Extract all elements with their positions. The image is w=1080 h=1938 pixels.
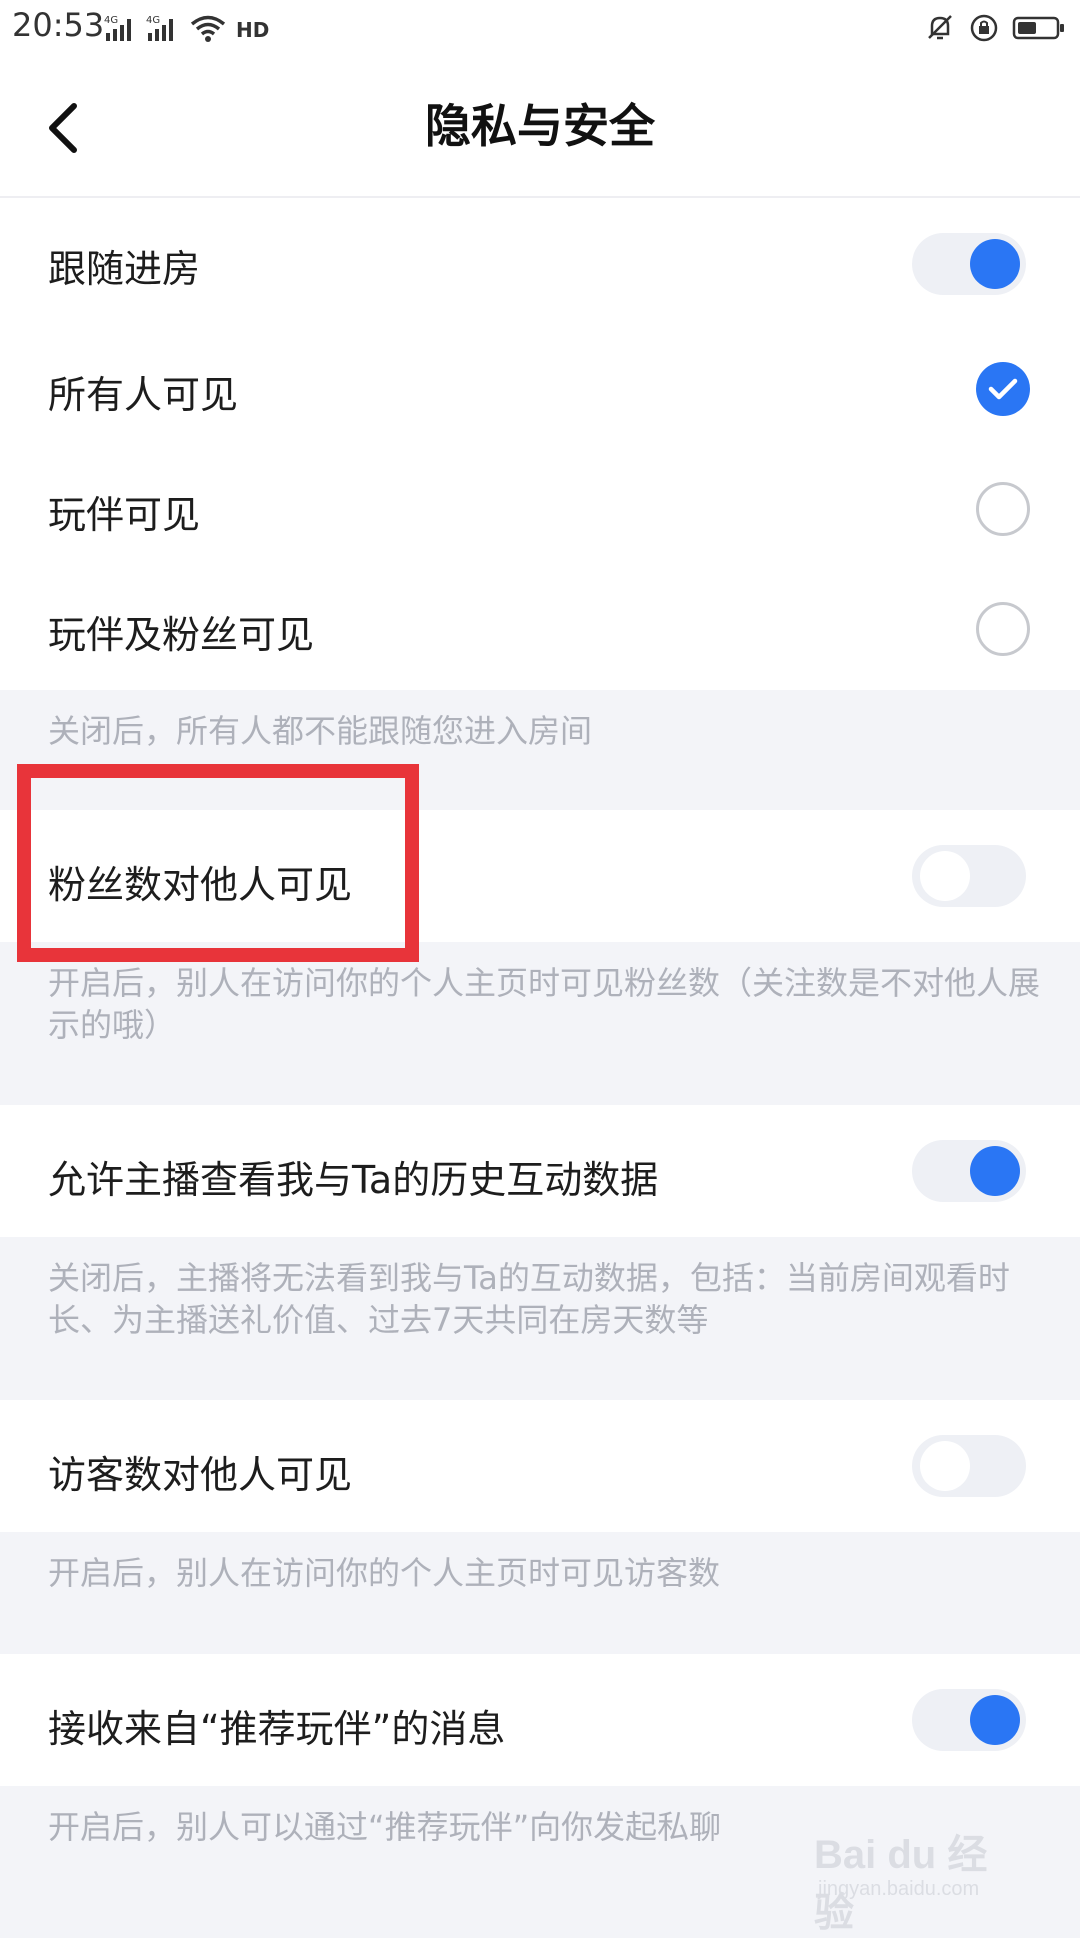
network-label-1: 4G (104, 15, 118, 26)
nav-bar: 隐私与安全 (0, 56, 1080, 198)
status-bar: 20:53 4G 4G HD (0, 0, 1080, 56)
visitors-visible-row: 访客数对他人可见 (0, 1400, 1080, 1532)
signal-icon-2: 4G (146, 15, 173, 41)
visitors-visible-label: 访客数对他人可见 (48, 1453, 353, 1497)
follow-room-switch[interactable] (912, 233, 1026, 295)
option-companions-fans-radio[interactable] (976, 602, 1030, 656)
signal-icon: 4G (104, 15, 131, 41)
fans-visible-note: 开启后，别人在访问你的个人主页时可见粉丝数（关注数是不对他人展示的哦） (48, 964, 1041, 1044)
history-data-note: 关闭后，主播将无法看到我与Ta的互动数据，包括：当前房间观看时长、为主播送礼价值… (48, 1259, 1010, 1339)
history-data-switch[interactable] (912, 1140, 1026, 1202)
network-label-2: 4G (146, 15, 160, 26)
history-data-label: 允许主播查看我与Ta的历史互动数据 (48, 1158, 659, 1202)
chevron-left-icon (49, 103, 77, 153)
switch-knob (970, 1146, 1020, 1196)
status-left-icons: 4G 4G HD (104, 10, 278, 46)
history-data-row: 允许主播查看我与Ta的历史互动数据 (0, 1105, 1080, 1237)
switch-knob (970, 239, 1020, 289)
switch-knob (920, 851, 970, 901)
option-companions-radio[interactable] (976, 482, 1030, 536)
watermark-url: jingyan.baidu.com (818, 1878, 980, 1900)
fans-visible-row: 粉丝数对他人可见 (0, 810, 1080, 942)
switch-knob (970, 1695, 1020, 1745)
status-right-icons (924, 10, 1066, 46)
back-button[interactable] (36, 92, 92, 164)
mute-bell-icon (928, 15, 952, 40)
visitors-visible-switch[interactable] (912, 1435, 1026, 1497)
option-everyone-label: 所有人可见 (48, 373, 239, 417)
rotation-lock-icon (970, 14, 998, 42)
watermark: Bai du 经验 jingyan.baidu.com (814, 1818, 1024, 1935)
recommend-messages-switch[interactable] (912, 1689, 1026, 1751)
visitors-visible-note: 开启后，别人在访问你的个人主页时可见访客数 (48, 1554, 721, 1592)
option-companions-fans-label: 玩伴及粉丝可见 (48, 613, 315, 657)
follow-section: 跟随进房 所有人可见 玩伴可见 玩伴及粉丝可见 (0, 198, 1080, 690)
page-title: 隐私与安全 (425, 99, 655, 153)
follow-room-note: 关闭后，所有人都不能跟随您进入房间 (48, 712, 593, 750)
hd-label: HD (236, 18, 269, 42)
switch-knob (920, 1441, 970, 1491)
checkmark-icon (988, 378, 1018, 400)
status-time: 20:53 (12, 6, 105, 44)
wifi-icon (190, 15, 226, 42)
recommend-messages-row: 接收来自“推荐玩伴”的消息 (0, 1654, 1080, 1786)
fans-visible-switch[interactable] (912, 845, 1026, 907)
hd-icon: HD (236, 18, 269, 42)
recommend-messages-label: 接收来自“推荐玩伴”的消息 (48, 1707, 506, 1751)
option-companions-label: 玩伴可见 (48, 493, 201, 537)
follow-room-label: 跟随进房 (48, 247, 201, 291)
battery-icon (1012, 16, 1064, 40)
option-everyone-radio[interactable] (976, 362, 1030, 416)
fans-visible-label: 粉丝数对他人可见 (48, 863, 353, 907)
